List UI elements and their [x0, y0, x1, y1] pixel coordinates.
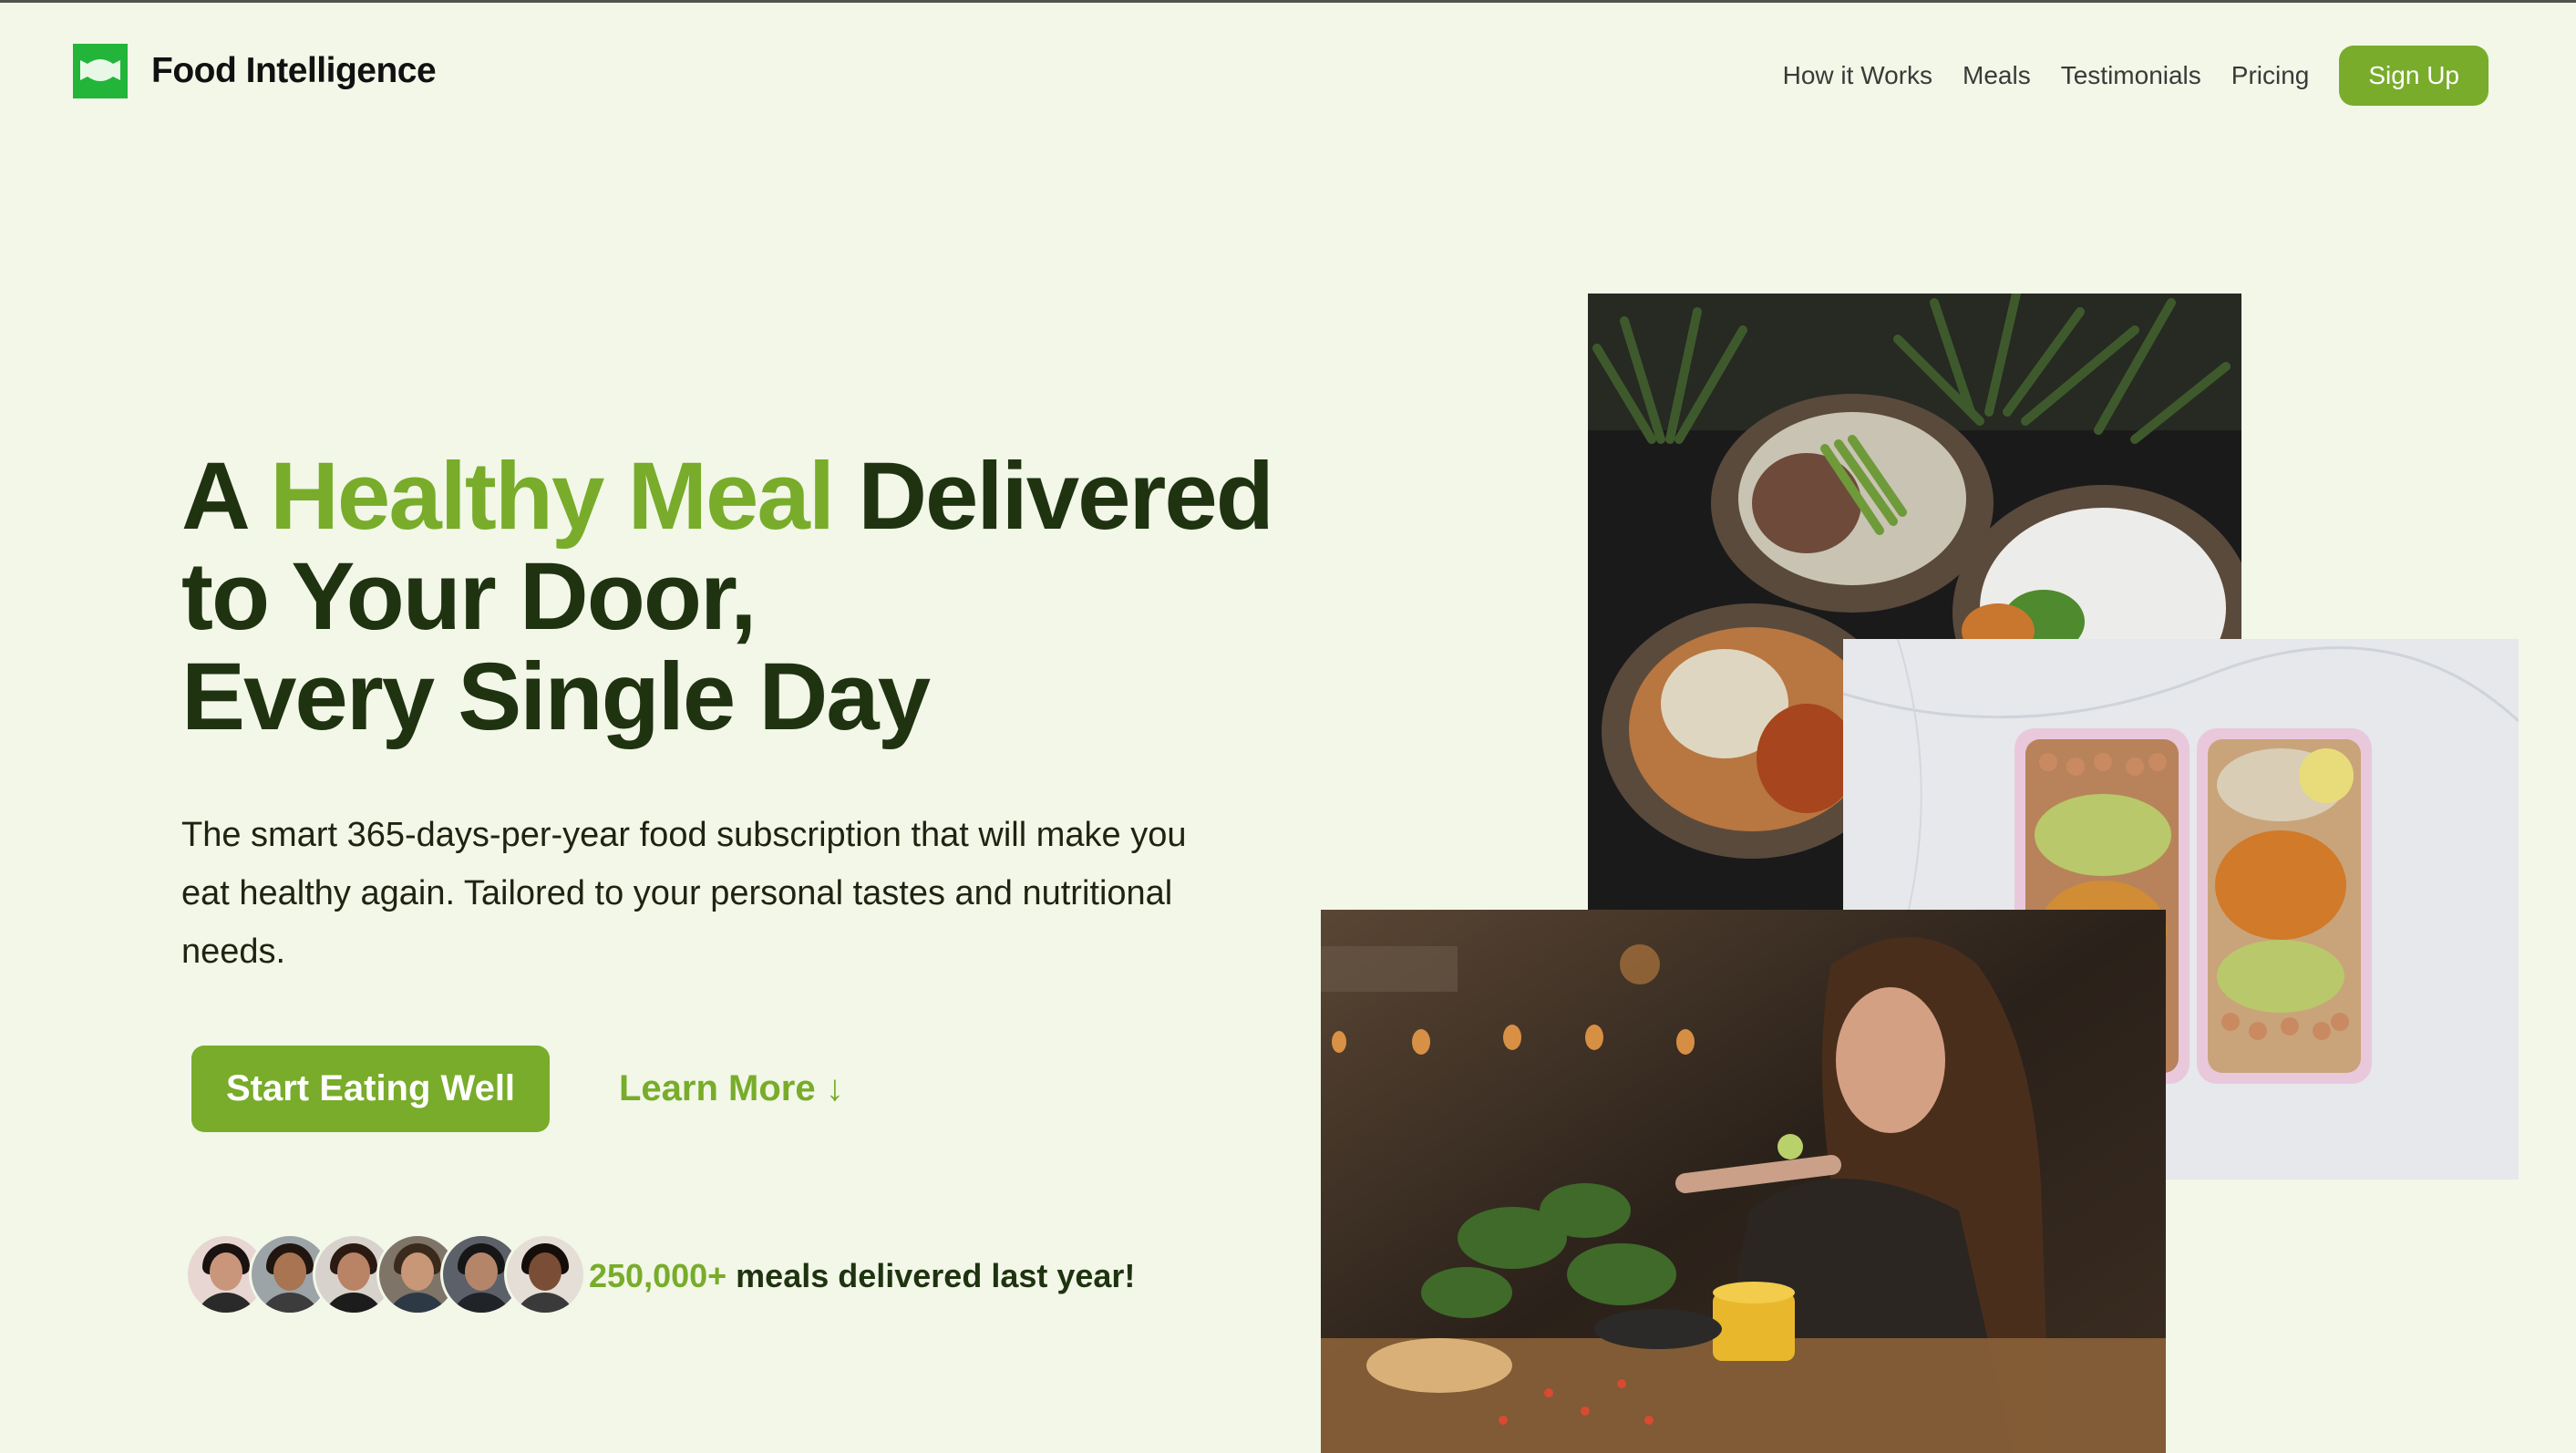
nav-testimonials[interactable]: Testimonials — [2061, 61, 2201, 90]
nav-how-it-works[interactable]: How it Works — [1783, 61, 1932, 90]
hero-title-line-2: to Your Door, — [181, 543, 757, 650]
customer-avatars — [185, 1233, 586, 1315]
social-proof-text: 250,000+ meals delivered last year! — [589, 1249, 1135, 1304]
woman-eating-photo — [1321, 910, 2166, 1453]
main-nav: How it Works Meals Testimonials Pricing … — [1753, 46, 2488, 106]
hero-title: A Healthy Meal Delivered to Your Door, Eve… — [181, 447, 1366, 747]
hero-title-line-3: Every Single Day — [181, 644, 931, 750]
meals-delivered-label: meals delivered last year! — [726, 1257, 1136, 1294]
window-top-border — [0, 0, 2576, 3]
nav-pricing[interactable]: Pricing — [2231, 61, 2310, 90]
hero-description: The smart 365-days-per-year food subscri… — [181, 816, 1187, 971]
sign-up-button[interactable]: Sign Up — [2339, 46, 2488, 106]
hero-title-accent: Healthy Meal — [270, 443, 835, 550]
brand-logo[interactable]: Food Intelligence — [73, 44, 437, 98]
plate-logo-icon — [73, 44, 128, 98]
meals-delivered-count: 250,000+ — [589, 1257, 727, 1294]
learn-more-link[interactable]: Learn More ↓ — [619, 1046, 844, 1132]
customer-avatar-6 — [504, 1233, 586, 1315]
start-eating-well-button[interactable]: Start Eating Well — [191, 1046, 550, 1132]
hero-title-start: A — [181, 443, 271, 550]
hero-title-end: Delivered — [833, 443, 1274, 550]
brand-name: Food Intelligence — [151, 51, 437, 90]
nav-meals[interactable]: Meals — [1963, 61, 2031, 90]
